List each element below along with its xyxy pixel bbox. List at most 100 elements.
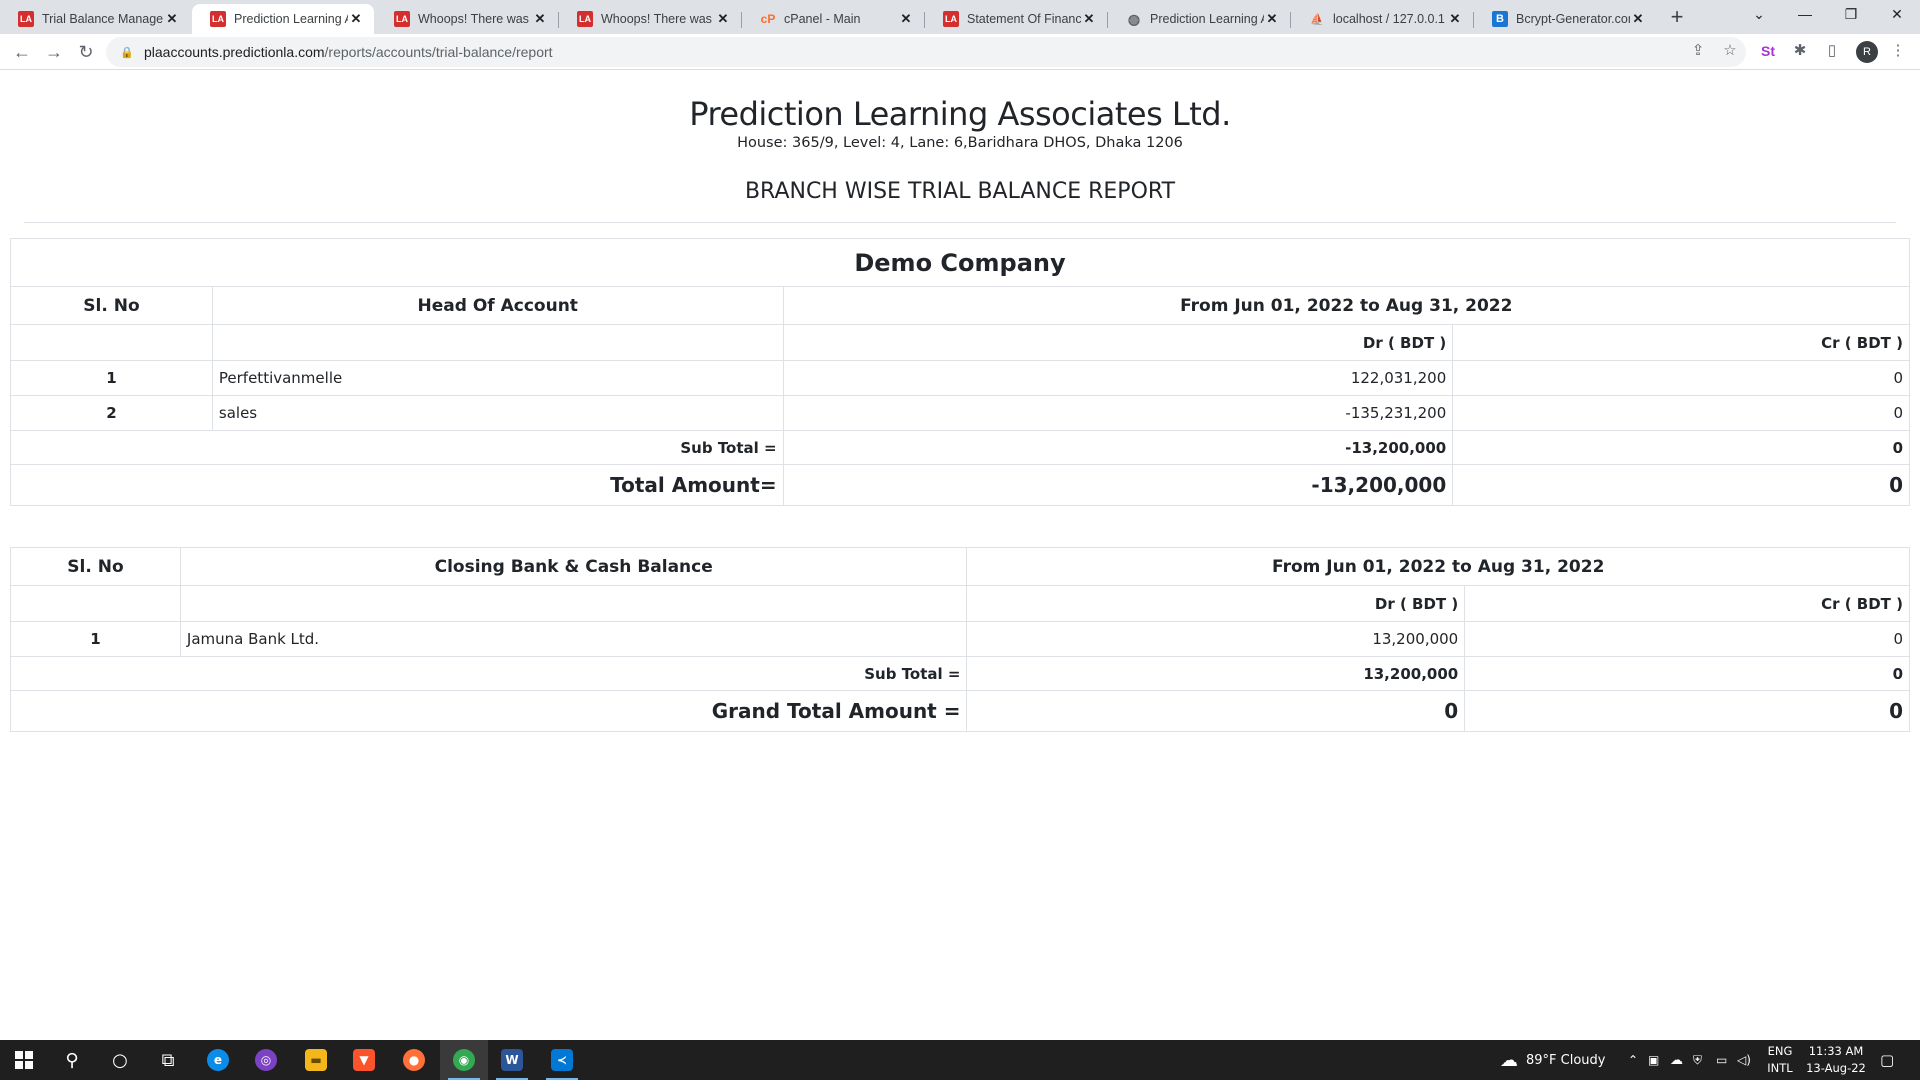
brave-browser-icon[interactable]: ▼ (340, 1040, 388, 1080)
col-closing-bank-cash: Closing Bank & Cash Balance (179, 547, 968, 586)
grand-total-dr: 0 (966, 690, 1466, 732)
tab-prediction-learning-2[interactable]: ◍ Prediction Learning A ✕ (1108, 4, 1290, 34)
dr-cr-header-row: Dr ( BDT ) Cr ( BDT ) (10, 324, 1910, 361)
close-icon[interactable]: ✕ (164, 11, 180, 27)
new-tab-button[interactable]: + (1663, 4, 1691, 32)
subtotal-row: Sub Total = 13,200,000 0 (9, 656, 1910, 691)
reload-icon[interactable]: ↻ (72, 38, 100, 66)
subtotal-label: Sub Total = (9, 656, 968, 691)
forward-arrow-icon[interactable]: → (40, 38, 68, 66)
tab-title: Trial Balance Manage (42, 12, 164, 26)
tab-title: localhost / 127.0.0.1 / (1333, 12, 1447, 26)
file-explorer-icon[interactable]: ▬ (292, 1040, 340, 1080)
profile-avatar[interactable]: R (1856, 41, 1878, 63)
divider (24, 222, 1896, 223)
table-row: 2 sales -135,231,200 0 (10, 395, 1910, 431)
chrome-icon[interactable]: ◉ (440, 1040, 488, 1080)
tab-prediction-learning-active[interactable]: LA Prediction Learning A ✕ (192, 4, 374, 34)
tab-title: cPanel - Main (784, 12, 861, 26)
col-cr: Cr ( BDT ) (1464, 585, 1910, 622)
empty-cell (10, 585, 181, 622)
subtotal-label: Sub Total = (10, 430, 784, 465)
tab-trial-balance[interactable]: LA Trial Balance Manage ✕ (0, 4, 190, 34)
bookmark-star-icon[interactable]: ☆ (1718, 39, 1742, 63)
firefox-icon[interactable]: ● (390, 1040, 438, 1080)
close-icon[interactable]: ✕ (1081, 11, 1097, 27)
clock-time: 11:33 AM (1808, 1044, 1864, 1058)
stylus-extension-icon[interactable]: St (1756, 39, 1780, 63)
tab-cpanel[interactable]: cP cPanel - Main ✕ (742, 4, 924, 34)
tab-title: Whoops! There was a (601, 12, 715, 26)
word-icon[interactable]: W (488, 1040, 536, 1080)
github-desktop-icon[interactable]: ◎ (242, 1040, 290, 1080)
window-close-icon[interactable]: ✕ (1874, 0, 1920, 30)
tab-phpmyadmin[interactable]: ⛵ localhost / 127.0.0.1 / ✕ (1291, 4, 1473, 34)
branch-caption-row: Demo Company (10, 238, 1910, 287)
report-page: Prediction Learning Associates Ltd. Hous… (0, 71, 1920, 1039)
tab-whoops-1[interactable]: LA Whoops! There was a ✕ (376, 4, 558, 34)
weather-widget[interactable]: ☁ 89°F Cloudy (1500, 1040, 1605, 1080)
report-title: BRANCH WISE TRIAL BALANCE REPORT (744, 179, 1176, 204)
network-icon[interactable]: ▭ (1716, 1040, 1727, 1080)
minimize-icon[interactable]: — (1782, 0, 1828, 30)
trial-balance-table: Demo Company Sl. No Head Of Account From… (10, 238, 1911, 506)
onedrive-icon[interactable]: ☁ (1670, 1040, 1683, 1080)
weather-text: 89°F Cloudy (1526, 1052, 1606, 1068)
col-dr: Dr ( BDT ) (966, 585, 1466, 622)
windows-start-icon[interactable] (0, 1040, 48, 1080)
close-icon[interactable]: ✕ (1447, 11, 1463, 27)
row-dr: -135,231,200 (782, 395, 1454, 431)
col-period: From Jun 01, 2022 to Aug 31, 2022 (782, 286, 1911, 325)
vscode-icon[interactable]: ≺ (538, 1040, 586, 1080)
clock-date: 13-Aug-22 (1806, 1061, 1866, 1075)
tray-app-icon[interactable]: ▣ (1648, 1040, 1659, 1080)
lock-icon[interactable]: 🔒 (120, 46, 134, 59)
tab-whoops-2[interactable]: LA Whoops! There was a ✕ (559, 4, 741, 34)
extensions-puzzle-icon[interactable]: ✱ (1788, 39, 1812, 63)
tab-title: Prediction Learning A (234, 12, 348, 26)
tab-statement[interactable]: LA Statement Of Financi ✕ (925, 4, 1107, 34)
close-icon[interactable]: ✕ (1630, 11, 1646, 27)
system-clock[interactable]: 11:33 AM 13-Aug-22 (1800, 1043, 1872, 1077)
url-host: plaaccounts.predictionla.com (144, 44, 325, 60)
la-favicon-icon: LA (577, 11, 593, 27)
close-icon[interactable]: ✕ (348, 11, 364, 27)
restore-icon[interactable]: ❐ (1828, 0, 1874, 30)
subtotal-dr: 13,200,000 (966, 656, 1466, 691)
subtotal-row: Sub Total = -13,200,000 0 (10, 430, 1910, 465)
task-view-icon[interactable]: ⧉ (144, 1040, 192, 1080)
tab-title: Statement Of Financi (967, 12, 1081, 26)
table-row: 1 Jamuna Bank Ltd. 13,200,000 0 (10, 621, 1910, 657)
security-shield-icon[interactable]: ⛨ (1693, 1040, 1702, 1080)
notification-icon[interactable]: ▢ (1880, 1040, 1894, 1080)
tray-chevron-icon[interactable]: ⌃ (1628, 1040, 1638, 1080)
close-icon[interactable]: ✕ (715, 11, 731, 27)
row-dr: 13,200,000 (966, 621, 1466, 657)
address-bar[interactable]: 🔒 plaaccounts.predictionla.com/reports/a… (106, 37, 1746, 67)
close-icon[interactable]: ✕ (1264, 11, 1280, 27)
row-cr: 0 (1452, 395, 1910, 431)
col-period: From Jun 01, 2022 to Aug 31, 2022 (966, 547, 1910, 586)
tab-search-chevron-icon[interactable]: ⌄ (1736, 0, 1782, 30)
url-path: /reports/accounts/trial-balance/report (324, 44, 553, 60)
tab-bcrypt[interactable]: B Bcrypt-Generator.com ✕ (1474, 4, 1656, 34)
close-icon[interactable]: ✕ (532, 11, 548, 27)
tab-title: Whoops! There was a (418, 12, 532, 26)
subtotal-cr: 0 (1452, 430, 1910, 465)
kebab-menu-icon[interactable]: ⋮ (1886, 39, 1910, 63)
edge-browser-icon[interactable]: e (194, 1040, 242, 1080)
side-panel-icon[interactable]: ▯ (1820, 39, 1844, 63)
table-header-row: Sl. No Closing Bank & Cash Balance From … (10, 547, 1910, 586)
back-arrow-icon[interactable]: ← (8, 38, 36, 66)
col-head-of-account: Head Of Account (211, 286, 784, 325)
browser-toolbar: ← → ↻ 🔒 plaaccounts.predictionla.com/rep… (0, 34, 1920, 70)
la-favicon-icon: LA (18, 11, 34, 27)
cpanel-icon: cP (760, 12, 776, 26)
share-icon[interactable]: ⇪ (1686, 39, 1710, 63)
volume-icon[interactable]: ◁) (1737, 1040, 1751, 1080)
search-icon[interactable]: ⚲ (48, 1040, 96, 1080)
close-icon[interactable]: ✕ (898, 11, 914, 27)
empty-cell (179, 585, 968, 622)
language-indicator[interactable]: ENG INTL (1762, 1043, 1798, 1077)
cortana-icon[interactable]: ○ (96, 1040, 144, 1080)
